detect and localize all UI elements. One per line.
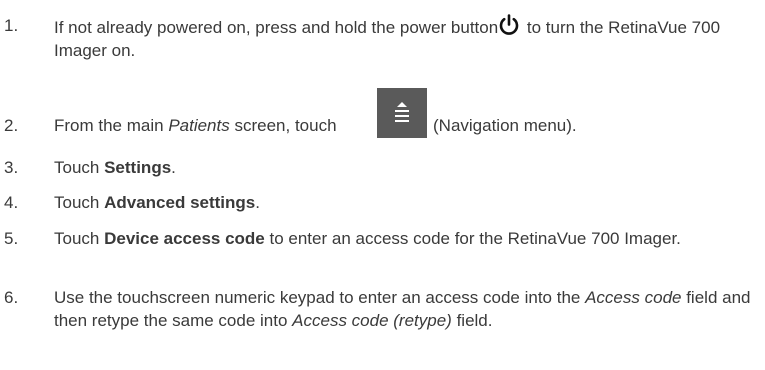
step-number: 5. [4,229,19,248]
power-icon [499,14,519,35]
step-text: Use the touchscreen numeric keypad to en… [54,288,751,330]
navigation-menu-icon [377,88,427,138]
step-number: 1. [4,16,19,35]
step-number: 6. [4,288,19,307]
step-text: Touch Settings. [54,158,176,177]
step-text: If not already powered on, press and hol… [54,14,759,62]
step-text: Touch Device access code to enter an acc… [54,229,681,248]
step-text: Touch Advanced settings. [54,193,260,212]
step-number: 4. [4,193,19,212]
step-number: 2. [4,116,19,135]
step-number: 3. [4,158,19,177]
step-2-text-end: (Navigation menu). [433,116,577,135]
